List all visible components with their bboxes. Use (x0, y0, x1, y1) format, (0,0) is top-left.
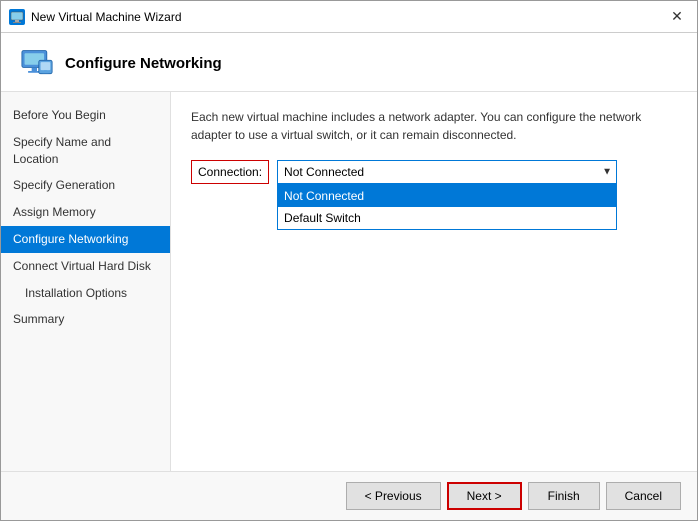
finish-button[interactable]: Finish (528, 482, 600, 510)
footer: < Previous Next > Finish Cancel (1, 471, 697, 520)
sidebar-item[interactable]: Before You Begin (1, 102, 170, 129)
connection-label: Connection: (191, 160, 269, 184)
selected-text: Not Connected (284, 165, 364, 179)
page-title: Configure Networking (65, 55, 222, 72)
window-title: New Virtual Machine Wizard (31, 10, 665, 24)
dropdown-option-not-connected[interactable]: Not Connected (278, 185, 616, 207)
main-window: New Virtual Machine Wizard ✕ Configure N… (0, 0, 698, 521)
content-area: Before You BeginSpecify Name and Locatio… (1, 92, 697, 471)
main-content: Each new virtual machine includes a netw… (171, 92, 697, 471)
close-button[interactable]: ✕ (665, 7, 689, 27)
cancel-button[interactable]: Cancel (606, 482, 681, 510)
sidebar-item[interactable]: Summary (1, 306, 170, 333)
dropdown-list: Not Connected Default Switch (277, 184, 617, 230)
page-header: Configure Networking (1, 33, 697, 92)
sidebar-item[interactable]: Connect Virtual Hard Disk (1, 253, 170, 280)
app-icon (9, 9, 25, 25)
sidebar-item[interactable]: Configure Networking (1, 226, 170, 253)
connection-form-row: Connection: Not Connected ▼ Not Connecte… (191, 160, 677, 184)
dropdown-selected-value[interactable]: Not Connected ▼ (277, 160, 617, 184)
connection-dropdown[interactable]: Not Connected ▼ Not Connected Default Sw… (277, 160, 617, 184)
sidebar-item[interactable]: Installation Options (1, 280, 170, 307)
previous-button[interactable]: < Previous (346, 482, 441, 510)
dropdown-arrow-icon: ▼ (602, 167, 612, 178)
header-icon (21, 47, 53, 79)
sidebar-item[interactable]: Specify Name and Location (1, 129, 170, 173)
description-text: Each new virtual machine includes a netw… (191, 108, 677, 144)
dropdown-option-default-switch[interactable]: Default Switch (278, 207, 616, 229)
sidebar-item[interactable]: Assign Memory (1, 199, 170, 226)
next-button[interactable]: Next > (447, 482, 522, 510)
title-bar: New Virtual Machine Wizard ✕ (1, 1, 697, 33)
sidebar: Before You BeginSpecify Name and Locatio… (1, 92, 171, 471)
sidebar-item[interactable]: Specify Generation (1, 172, 170, 199)
